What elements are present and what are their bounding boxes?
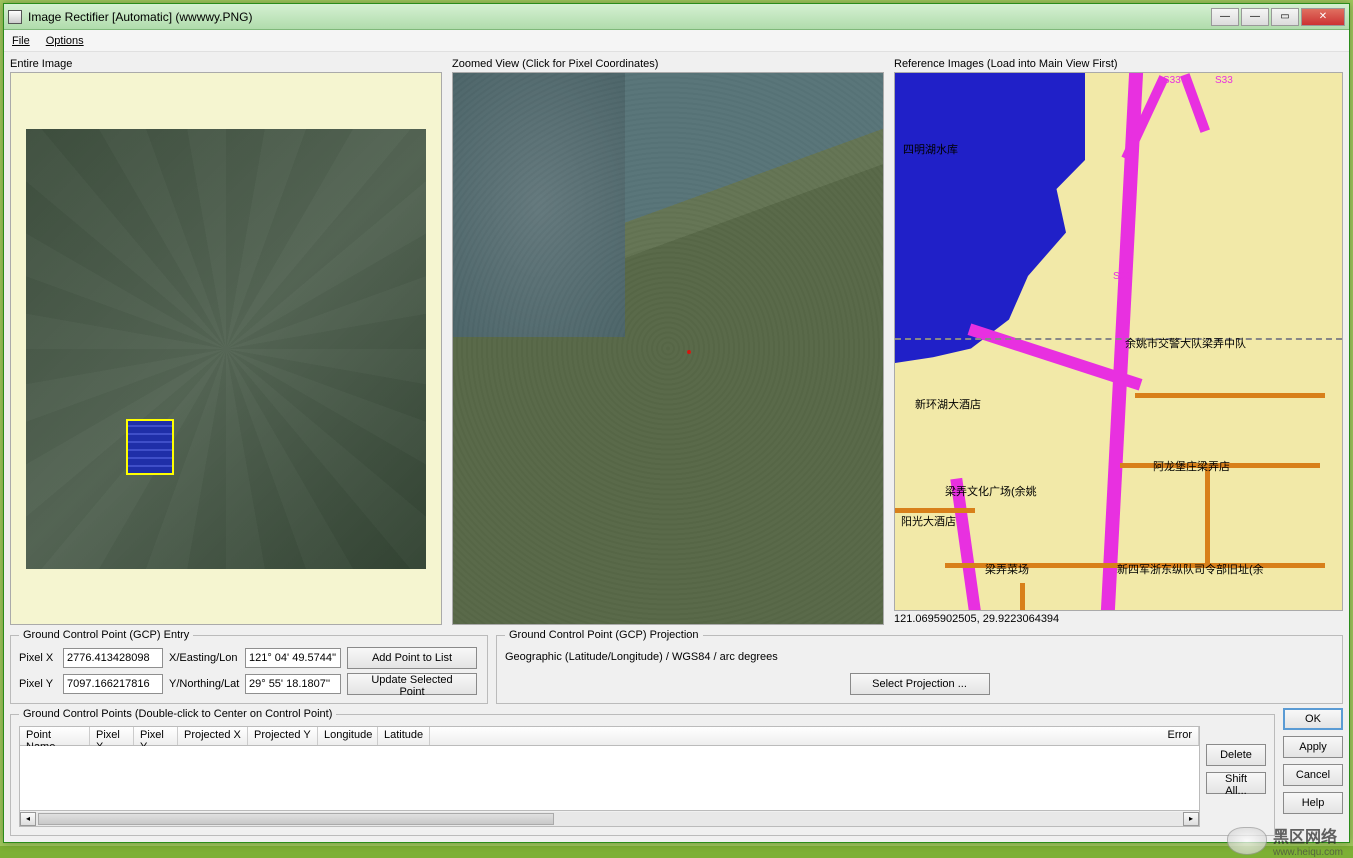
help-button[interactable]: Help [1283, 792, 1343, 814]
easting-input[interactable] [245, 648, 341, 668]
app-icon [8, 10, 22, 24]
cancel-button[interactable]: Cancel [1283, 764, 1343, 786]
map-poi-market: 梁弄菜场 [985, 561, 1029, 577]
add-point-button[interactable]: Add Point to List [347, 647, 477, 669]
ok-button[interactable]: OK [1283, 708, 1343, 730]
menu-options[interactable]: Options [46, 35, 84, 47]
zoomed-view-panel[interactable] [452, 72, 884, 625]
northing-label: Y/Northing/Lat [169, 678, 239, 690]
reference-map-panel[interactable]: 四明湖水库 S33 S33 S33 余姚市交警大队梁弄中队 新环湖大酒店 阿龙堡… [894, 72, 1343, 611]
map-route-s33c: S33 [1113, 271, 1131, 282]
update-point-button[interactable]: Update Selected Point [347, 673, 477, 695]
minimize-button-2[interactable]: — [1241, 8, 1269, 26]
map-poi-hotel1: 新环湖大酒店 [915, 396, 981, 412]
entire-image-panel[interactable] [10, 72, 442, 625]
map-poi-plaza: 梁弄文化广场(余姚 [945, 483, 1037, 499]
close-button[interactable]: ✕ [1301, 8, 1345, 26]
zoomed-view-label: Zoomed View (Click for Pixel Coordinates… [452, 58, 888, 70]
map-poi-traffic: 余姚市交警大队梁弄中队 [1125, 335, 1246, 351]
selection-box[interactable] [126, 419, 174, 475]
watermark-icon [1227, 827, 1267, 855]
apply-button[interactable]: Apply [1283, 736, 1343, 758]
table-header: Point Name Pixel X Pixel Y Projected X P… [19, 726, 1200, 746]
reference-coords: 121.0695902505, 29.9223064394 [894, 613, 1343, 625]
select-projection-button[interactable]: Select Projection ... [850, 673, 990, 695]
map-poi-alongbao: 阿龙堡庄梁弄店 [1153, 458, 1230, 474]
map-poi-sunshine: 阳光大酒店 [901, 513, 956, 529]
minimize-button[interactable]: — [1211, 8, 1239, 26]
pixelx-label: Pixel X [19, 652, 57, 664]
gcp-table-group: Ground Control Points (Double-click to C… [10, 708, 1275, 836]
col-projy[interactable]: Projected Y [248, 727, 318, 745]
watermark-url: www.heiqu.com [1273, 847, 1343, 858]
map-poi-army: 新四军浙东纵队司令部旧址(余 [1117, 561, 1264, 577]
app-window: Image Rectifier [Automatic] (wwwwy.PNG) … [3, 3, 1350, 843]
gcp-table-legend: Ground Control Points (Double-click to C… [19, 708, 336, 720]
menubar: File Options [4, 30, 1349, 52]
click-marker [687, 350, 691, 354]
table-body[interactable] [19, 746, 1200, 811]
scroll-right-icon[interactable]: ▸ [1183, 812, 1199, 826]
menu-file[interactable]: File [12, 35, 30, 47]
pixely-label: Pixel Y [19, 678, 57, 690]
maximize-button[interactable]: ▭ [1271, 8, 1299, 26]
scroll-thumb[interactable] [38, 813, 554, 825]
entire-image-label: Entire Image [10, 58, 446, 70]
lake-shape [895, 73, 1085, 363]
col-pixelx[interactable]: Pixel X [90, 727, 134, 745]
watermark-text: 黑区网络 [1273, 823, 1343, 847]
pixelx-input[interactable] [63, 648, 163, 668]
gcp-projection-group: Ground Control Point (GCP) Projection Ge… [496, 629, 1343, 704]
gcp-proj-legend: Ground Control Point (GCP) Projection [505, 629, 703, 641]
pixely-input[interactable] [63, 674, 163, 694]
col-lon[interactable]: Longitude [318, 727, 378, 745]
shift-all-button[interactable]: Shift All... [1206, 772, 1266, 794]
col-error[interactable]: Error [430, 727, 1199, 745]
map-lake-label: 四明湖水库 [903, 141, 958, 157]
gcp-entry-legend: Ground Control Point (GCP) Entry [19, 629, 193, 641]
easting-label: X/Easting/Lon [169, 652, 239, 664]
col-pixely[interactable]: Pixel Y [134, 727, 178, 745]
col-lat[interactable]: Latitude [378, 727, 430, 745]
titlebar[interactable]: Image Rectifier [Automatic] (wwwwy.PNG) … [4, 4, 1349, 30]
delete-button[interactable]: Delete [1206, 744, 1266, 766]
map-route-s33b: S33 [1215, 75, 1233, 86]
scroll-left-icon[interactable]: ◂ [20, 812, 36, 826]
projection-text: Geographic (Latitude/Longitude) / WGS84 … [505, 651, 1334, 663]
h-scrollbar[interactable]: ◂ ▸ [19, 811, 1200, 827]
window-title: Image Rectifier [Automatic] (wwwwy.PNG) [28, 10, 1211, 24]
map-route-s33a: S33 [1163, 75, 1181, 86]
watermark: 黑区网络 www.heiqu.com [1227, 823, 1343, 858]
satellite-thumbnail [26, 129, 426, 569]
northing-input[interactable] [245, 674, 341, 694]
gcp-entry-group: Ground Control Point (GCP) Entry Pixel X… [10, 629, 488, 704]
col-projx[interactable]: Projected X [178, 727, 248, 745]
col-point-name[interactable]: Point Name [20, 727, 90, 745]
reference-image-label: Reference Images (Load into Main View Fi… [894, 58, 1343, 70]
